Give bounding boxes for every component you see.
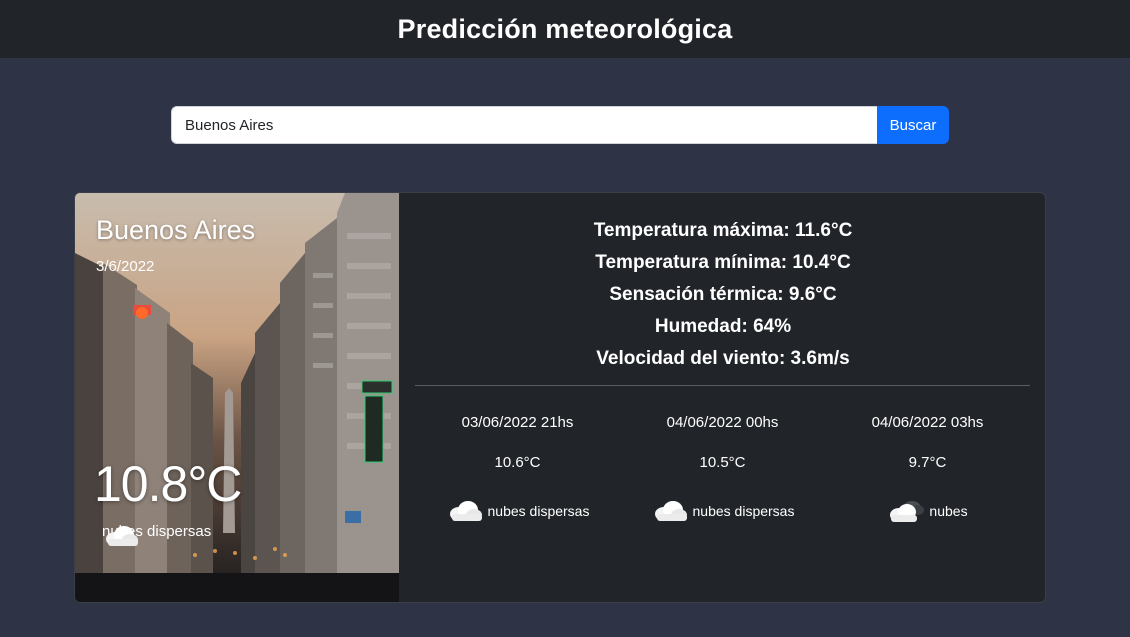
forecast-temperature: 10.5°C	[699, 454, 746, 471]
search-bar: Buscar	[171, 106, 949, 144]
navbar: Predicción meteorológica	[0, 0, 1130, 58]
feels-like: Sensación térmica: 9.6°C	[609, 284, 837, 305]
max-temperature: Temperatura máxima: 11.6°C	[593, 220, 853, 241]
forecast-temperature: 9.7°C	[908, 454, 947, 471]
forecast-item: 03/06/2022 21hs 10.6°C nubes dispersas	[415, 401, 620, 531]
forecast-list: 03/06/2022 21hs 10.6°C nubes dispersas 0…	[415, 401, 1030, 531]
search-button[interactable]: Buscar	[877, 106, 949, 144]
forecast-datetime: 03/06/2022 21hs	[461, 414, 574, 431]
broken-clouds-icon	[890, 501, 925, 522]
current-temperature: 10.8°C	[94, 456, 242, 512]
search-input[interactable]	[171, 106, 877, 144]
stats-list: Temperatura máxima: 11.6°C Temperatura m…	[399, 217, 1045, 377]
forecast-condition-label: nubes	[929, 503, 968, 519]
forecast-condition: nubes dispersas	[415, 491, 620, 531]
forecast-condition-label: nubes dispersas	[487, 503, 590, 519]
current-date: 3/6/2022	[96, 258, 155, 275]
weather-card: Buenos Aires 3/6/2022 10.8°C nubes dispe…	[74, 192, 1046, 603]
forecast-datetime: 04/06/2022 03hs	[871, 414, 984, 431]
forecast-condition: nubes	[825, 491, 1030, 531]
wind-speed: Velocidad del viento: 3.6m/s	[596, 348, 850, 369]
scattered-clouds-icon	[654, 501, 687, 521]
forecast-condition-label: nubes dispersas	[692, 503, 795, 519]
current-condition: nubes dispersas	[102, 523, 211, 546]
humidity: Humedad: 64%	[654, 316, 792, 337]
city-photo: Buenos Aires 3/6/2022 10.8°C nubes dispe…	[75, 193, 399, 602]
scattered-clouds-icon	[106, 526, 138, 546]
forecast-temperature: 10.6°C	[494, 454, 541, 471]
city-name: Buenos Aires	[96, 215, 256, 245]
forecast-datetime: 04/06/2022 00hs	[666, 414, 779, 431]
forecast-item: 04/06/2022 00hs 10.5°C nubes dispersas	[620, 401, 825, 531]
forecast-condition: nubes dispersas	[620, 491, 825, 531]
min-temperature: Temperatura mínima: 10.4°C	[595, 252, 851, 273]
page-title: Predicción meteorológica	[397, 13, 733, 44]
scattered-clouds-icon	[449, 501, 482, 521]
divider	[415, 385, 1030, 386]
weather-details: Temperatura máxima: 11.6°C Temperatura m…	[399, 193, 1045, 602]
forecast-item: 04/06/2022 03hs 9.7°C nubes	[825, 401, 1030, 531]
